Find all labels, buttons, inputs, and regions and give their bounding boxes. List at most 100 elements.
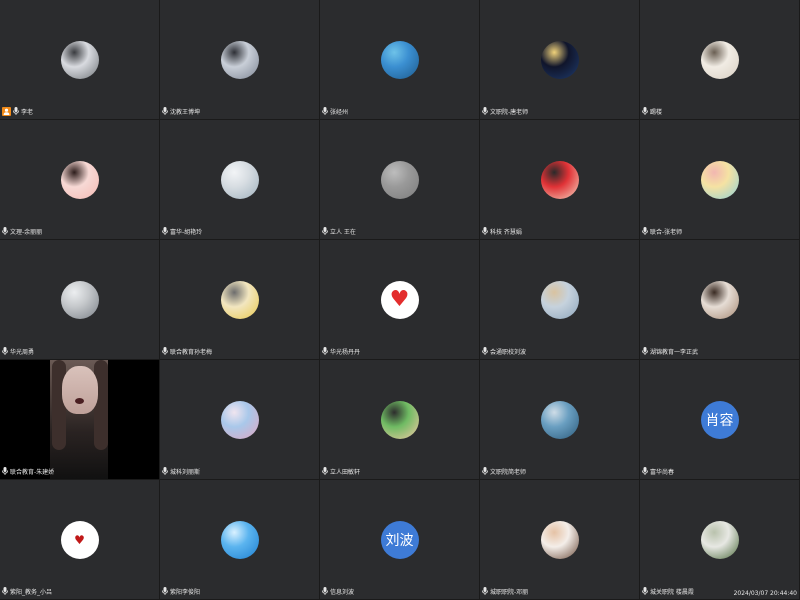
participant-name: 城关职院 楼晨霞	[650, 588, 694, 596]
microphone-icon	[13, 107, 19, 115]
participant-name: 富华尚春	[650, 468, 675, 476]
avatar	[540, 520, 579, 559]
participant-tile[interactable]: 紫阳李俊阳	[160, 480, 319, 599]
participant-label: 城关职院 楼晨霞	[642, 585, 694, 597]
microphone-icon	[162, 107, 168, 115]
participant-tile[interactable]: 文职院简老师	[480, 360, 639, 479]
avatar: 肖容	[700, 400, 739, 439]
participant-tile[interactable]: 华光周勇	[0, 240, 159, 359]
microphone-icon	[2, 347, 8, 355]
avatar	[540, 280, 579, 319]
avatar: ♥	[380, 280, 419, 319]
microphone-icon	[642, 467, 648, 475]
participant-tile[interactable]: 联合教育孙老梅	[160, 240, 319, 359]
microphone-icon	[482, 227, 488, 235]
participant-tile[interactable]: ♥ 华光杨丹丹	[320, 240, 479, 359]
participant-label: 联合教育孙老梅	[162, 345, 212, 357]
participant-name: 城职职院-邓丽	[490, 588, 529, 596]
avatar: ♥	[60, 520, 99, 559]
avatar	[220, 400, 259, 439]
participant-tile[interactable]: 沈教王博坤	[160, 0, 319, 119]
participant-name: 紫阳李俊阳	[170, 588, 201, 596]
participant-label: 张经州	[322, 105, 348, 117]
participant-label: 湖锦教育一李正武	[642, 345, 698, 357]
microphone-icon	[482, 107, 488, 115]
microphone-icon	[322, 467, 328, 475]
avatar	[700, 40, 739, 79]
participant-tile[interactable]: 城关职院 楼晨霞	[640, 480, 799, 599]
microphone-icon	[642, 107, 648, 115]
participant-name: 紫阳_教务_小吕	[10, 588, 53, 596]
participant-label: 华光杨丹丹	[322, 345, 360, 357]
microphone-icon	[2, 467, 8, 475]
participant-tile[interactable]: 科技 齐慧娟	[480, 120, 639, 239]
microphone-icon	[482, 347, 488, 355]
avatar-initials: 肖容	[705, 412, 734, 429]
avatar	[220, 280, 259, 319]
participant-tile[interactable]: 联合-张老师	[640, 120, 799, 239]
avatar	[380, 160, 419, 199]
microphone-icon	[162, 347, 168, 355]
participant-name: 踢楼	[650, 108, 663, 116]
participant-tile[interactable]: 文理-余丽丽	[0, 120, 159, 239]
participant-label: 华光周勇	[2, 345, 34, 357]
participant-tile[interactable]: 李老	[0, 0, 159, 119]
participant-label: 联合教育-朱建娇	[2, 465, 54, 477]
recording-timestamp: 2024/03/07 20:44:40	[733, 590, 797, 597]
participant-name: 立人田敏轩	[330, 468, 361, 476]
participant-tile[interactable]: ♥ 紫阳_教务_小吕	[0, 480, 159, 599]
participant-name: 文职院-唐老师	[490, 108, 529, 116]
participant-label: 文理-余丽丽	[2, 225, 42, 237]
participant-grid: 李老 沈教王博坤 张经州 文职院-唐老师 踢楼文理-余丽丽 富华-胡艳玲 立人 王在 科技 齐…	[0, 0, 800, 600]
participant-tile[interactable]: 踢楼	[640, 0, 799, 119]
avatar	[380, 40, 419, 79]
avatar	[220, 40, 259, 79]
participant-name: 科技 齐慧娟	[490, 228, 522, 236]
microphone-icon	[482, 467, 488, 475]
participant-label: 城科刘丽斯	[162, 465, 200, 477]
participant-tile[interactable]: 城科刘丽斯	[160, 360, 319, 479]
participant-label: 文职院简老师	[482, 465, 526, 477]
microphone-icon	[482, 587, 488, 595]
participant-name: 湖锦教育一李正武	[650, 348, 699, 356]
participant-tile[interactable]: 联合教育-朱建娇	[0, 360, 159, 479]
participant-tile[interactable]: 湖锦教育一李正武	[640, 240, 799, 359]
participant-name: 沈教王博坤	[170, 108, 201, 116]
participant-label: 富华尚春	[642, 465, 674, 477]
avatar	[220, 160, 259, 199]
participant-label: 科技 齐慧娟	[482, 225, 522, 237]
participant-name: 华光杨丹丹	[330, 348, 361, 356]
participant-tile[interactable]: 城职职院-邓丽	[480, 480, 639, 599]
participant-label: 踢楼	[642, 105, 662, 117]
avatar-initials: 刘波	[385, 532, 414, 549]
participant-tile[interactable]: 肖容富华尚春	[640, 360, 799, 479]
microphone-icon	[162, 467, 168, 475]
participant-tile[interactable]: 富华-胡艳玲	[160, 120, 319, 239]
participant-label: 立人田敏轩	[322, 465, 360, 477]
participant-tile[interactable]: 刘波 信息刘波	[320, 480, 479, 599]
participant-name: 富华-胡艳玲	[170, 228, 203, 236]
participant-label: 富华-胡艳玲	[162, 225, 202, 237]
microphone-icon	[162, 227, 168, 235]
microphone-icon	[162, 587, 168, 595]
participant-name: 联合教育孙老梅	[170, 348, 213, 356]
participant-tile[interactable]: 会通职校刘波	[480, 240, 639, 359]
participant-label: 紫阳李俊阳	[162, 585, 200, 597]
participant-video	[0, 360, 159, 479]
participant-label: 文职院-唐老师	[482, 105, 528, 117]
host-icon	[2, 106, 11, 116]
participant-tile[interactable]: 立人田敏轩	[320, 360, 479, 479]
heart-icon: ♥	[74, 532, 85, 547]
avatar	[540, 40, 579, 79]
microphone-icon	[322, 587, 328, 595]
participant-name: 李老	[21, 108, 34, 116]
participant-label: 联合-张老师	[642, 225, 682, 237]
participant-tile[interactable]: 文职院-唐老师	[480, 0, 639, 119]
heart-icon: ♥	[389, 286, 410, 312]
participant-label: 城职职院-邓丽	[482, 585, 528, 597]
participant-tile[interactable]: 立人 王在	[320, 120, 479, 239]
participant-tile[interactable]: 张经州	[320, 0, 479, 119]
microphone-icon	[322, 347, 328, 355]
avatar	[220, 520, 259, 559]
participant-label: 沈教王博坤	[162, 105, 200, 117]
